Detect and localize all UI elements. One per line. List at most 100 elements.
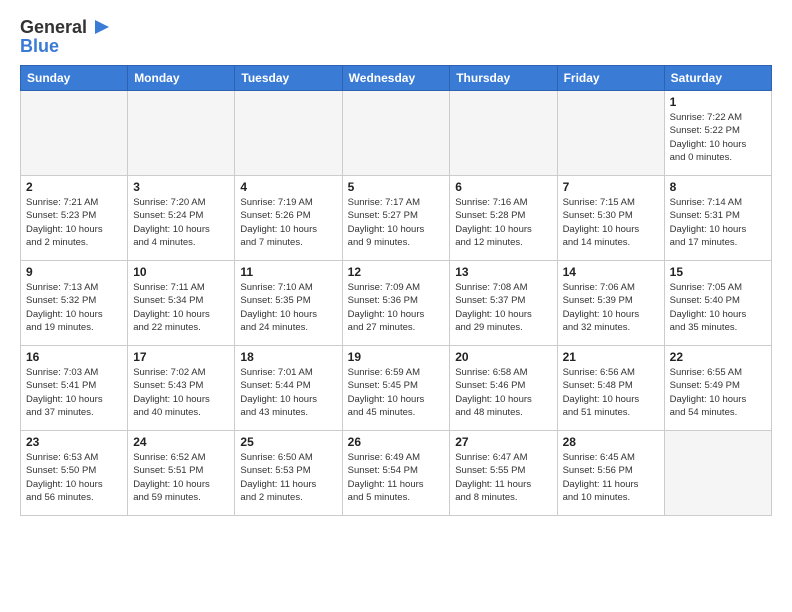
page: General Blue SundayMondayTuesdayWednesda… [0,0,792,612]
calendar-cell: 26 Sunrise: 6:49 AM Sunset: 5:54 PM Dayli… [342,431,450,516]
day-number: 11 [240,265,336,279]
calendar-cell: 17 Sunrise: 7:02 AM Sunset: 5:43 PM Dayli… [128,346,235,431]
day-number: 4 [240,180,336,194]
day-info: Sunrise: 7:10 AM Sunset: 5:35 PM Dayligh… [240,281,336,334]
day-info: Sunrise: 6:52 AM Sunset: 5:51 PM Dayligh… [133,451,229,504]
day-info: Sunrise: 7:13 AM Sunset: 5:32 PM Dayligh… [26,281,122,334]
day-number: 21 [563,350,659,364]
calendar-cell: 10Sunrise: 7:11 AM Sunset: 5:34 PM Dayli… [128,261,235,346]
week-row-1: 1Sunrise: 7:22 AM Sunset: 5:22 PM Daylig… [21,91,772,176]
day-number: 26 [348,435,445,449]
day-number: 20 [455,350,551,364]
calendar-cell: 2 Sunrise: 7:21 AM Sunset: 5:23 PM Daylig… [21,176,128,261]
day-number: 22 [670,350,766,364]
day-number: 12 [348,265,445,279]
calendar-cell [557,91,664,176]
day-number: 23 [26,435,122,449]
weekday-header-friday: Friday [557,66,664,91]
weekday-header-monday: Monday [128,66,235,91]
weekday-header-thursday: Thursday [450,66,557,91]
day-number: 16 [26,350,122,364]
logo: General Blue [20,16,111,57]
day-number: 25 [240,435,336,449]
day-info: Sunrise: 7:03 AM Sunset: 5:41 PM Dayligh… [26,366,122,419]
day-number: 15 [670,265,766,279]
day-number: 6 [455,180,551,194]
day-number: 2 [26,180,122,194]
calendar-cell: 12 Sunrise: 7:09 AM Sunset: 5:36 PM Dayli… [342,261,450,346]
calendar-cell: 25 Sunrise: 6:50 AM Sunset: 5:53 PM Dayli… [235,431,342,516]
calendar-cell: 3 Sunrise: 7:20 AM Sunset: 5:24 PM Daylig… [128,176,235,261]
day-number: 24 [133,435,229,449]
calendar-cell [128,91,235,176]
week-row-5: 23 Sunrise: 6:53 AM Sunset: 5:50 PM Dayli… [21,431,772,516]
calendar-cell: 11 Sunrise: 7:10 AM Sunset: 5:35 PM Dayli… [235,261,342,346]
logo-text-blue: Blue [20,36,111,57]
week-row-3: 9 Sunrise: 7:13 AM Sunset: 5:32 PM Daylig… [21,261,772,346]
day-number: 19 [348,350,445,364]
day-info: Sunrise: 6:50 AM Sunset: 5:53 PM Dayligh… [240,451,336,504]
calendar-cell: 9 Sunrise: 7:13 AM Sunset: 5:32 PM Daylig… [21,261,128,346]
logo-text-general: General [20,17,87,38]
day-info: Sunrise: 7:19 AM Sunset: 5:26 PM Dayligh… [240,196,336,249]
day-number: 3 [133,180,229,194]
day-info: Sunrise: 7:08 AM Sunset: 5:37 PM Dayligh… [455,281,551,334]
calendar-cell [450,91,557,176]
day-info: Sunrise: 6:58 AM Sunset: 5:46 PM Dayligh… [455,366,551,419]
calendar-cell: 21 Sunrise: 6:56 AM Sunset: 5:48 PM Dayli… [557,346,664,431]
day-number: 27 [455,435,551,449]
weekday-header-sunday: Sunday [21,66,128,91]
day-info: Sunrise: 6:55 AM Sunset: 5:49 PM Dayligh… [670,366,766,419]
calendar-cell: 19 Sunrise: 6:59 AM Sunset: 5:45 PM Dayli… [342,346,450,431]
day-info: Sunrise: 6:45 AM Sunset: 5:56 PM Dayligh… [563,451,659,504]
day-info: Sunrise: 7:15 AM Sunset: 5:30 PM Dayligh… [563,196,659,249]
weekday-header-wednesday: Wednesday [342,66,450,91]
day-info: Sunrise: 6:56 AM Sunset: 5:48 PM Dayligh… [563,366,659,419]
day-number: 10 [133,265,229,279]
day-info: Sunrise: 6:53 AM Sunset: 5:50 PM Dayligh… [26,451,122,504]
day-number: 9 [26,265,122,279]
day-info: Sunrise: 7:01 AM Sunset: 5:44 PM Dayligh… [240,366,336,419]
weekday-header-saturday: Saturday [664,66,771,91]
day-number: 28 [563,435,659,449]
day-number: 7 [563,180,659,194]
calendar-cell [21,91,128,176]
calendar-cell: 20 Sunrise: 6:58 AM Sunset: 5:46 PM Dayli… [450,346,557,431]
day-number: 8 [670,180,766,194]
calendar-cell: 1Sunrise: 7:22 AM Sunset: 5:22 PM Daylig… [664,91,771,176]
day-info: Sunrise: 6:59 AM Sunset: 5:45 PM Dayligh… [348,366,445,419]
week-row-4: 16 Sunrise: 7:03 AM Sunset: 5:41 PM Dayli… [21,346,772,431]
calendar-cell: 8 Sunrise: 7:14 AM Sunset: 5:31 PM Daylig… [664,176,771,261]
calendar-cell: 22 Sunrise: 6:55 AM Sunset: 5:49 PM Dayli… [664,346,771,431]
day-info: Sunrise: 7:17 AM Sunset: 5:27 PM Dayligh… [348,196,445,249]
header: General Blue [20,16,772,57]
day-info: Sunrise: 7:21 AM Sunset: 5:23 PM Dayligh… [26,196,122,249]
day-info: Sunrise: 6:49 AM Sunset: 5:54 PM Dayligh… [348,451,445,504]
calendar-cell: 6Sunrise: 7:16 AM Sunset: 5:28 PM Daylig… [450,176,557,261]
day-number: 5 [348,180,445,194]
day-info: Sunrise: 6:47 AM Sunset: 5:55 PM Dayligh… [455,451,551,504]
weekday-header-tuesday: Tuesday [235,66,342,91]
calendar-cell: 28 Sunrise: 6:45 AM Sunset: 5:56 PM Dayli… [557,431,664,516]
calendar-cell: 15 Sunrise: 7:05 AM Sunset: 5:40 PM Dayli… [664,261,771,346]
calendar-cell: 23 Sunrise: 6:53 AM Sunset: 5:50 PM Dayli… [21,431,128,516]
day-info: Sunrise: 7:20 AM Sunset: 5:24 PM Dayligh… [133,196,229,249]
calendar-cell [664,431,771,516]
day-number: 1 [670,95,766,109]
day-info: Sunrise: 7:02 AM Sunset: 5:43 PM Dayligh… [133,366,229,419]
day-info: Sunrise: 7:14 AM Sunset: 5:31 PM Dayligh… [670,196,766,249]
calendar-header-row: SundayMondayTuesdayWednesdayThursdayFrid… [21,66,772,91]
logo-icon [89,16,111,38]
week-row-2: 2 Sunrise: 7:21 AM Sunset: 5:23 PM Daylig… [21,176,772,261]
day-info: Sunrise: 7:05 AM Sunset: 5:40 PM Dayligh… [670,281,766,334]
day-number: 17 [133,350,229,364]
calendar-cell [235,91,342,176]
calendar-cell: 7 Sunrise: 7:15 AM Sunset: 5:30 PM Daylig… [557,176,664,261]
calendar-cell [342,91,450,176]
calendar-cell: 27 Sunrise: 6:47 AM Sunset: 5:55 PM Dayli… [450,431,557,516]
day-info: Sunrise: 7:09 AM Sunset: 5:36 PM Dayligh… [348,281,445,334]
day-number: 13 [455,265,551,279]
day-info: Sunrise: 7:06 AM Sunset: 5:39 PM Dayligh… [563,281,659,334]
calendar-table: SundayMondayTuesdayWednesdayThursdayFrid… [20,65,772,516]
calendar-cell: 4 Sunrise: 7:19 AM Sunset: 5:26 PM Daylig… [235,176,342,261]
